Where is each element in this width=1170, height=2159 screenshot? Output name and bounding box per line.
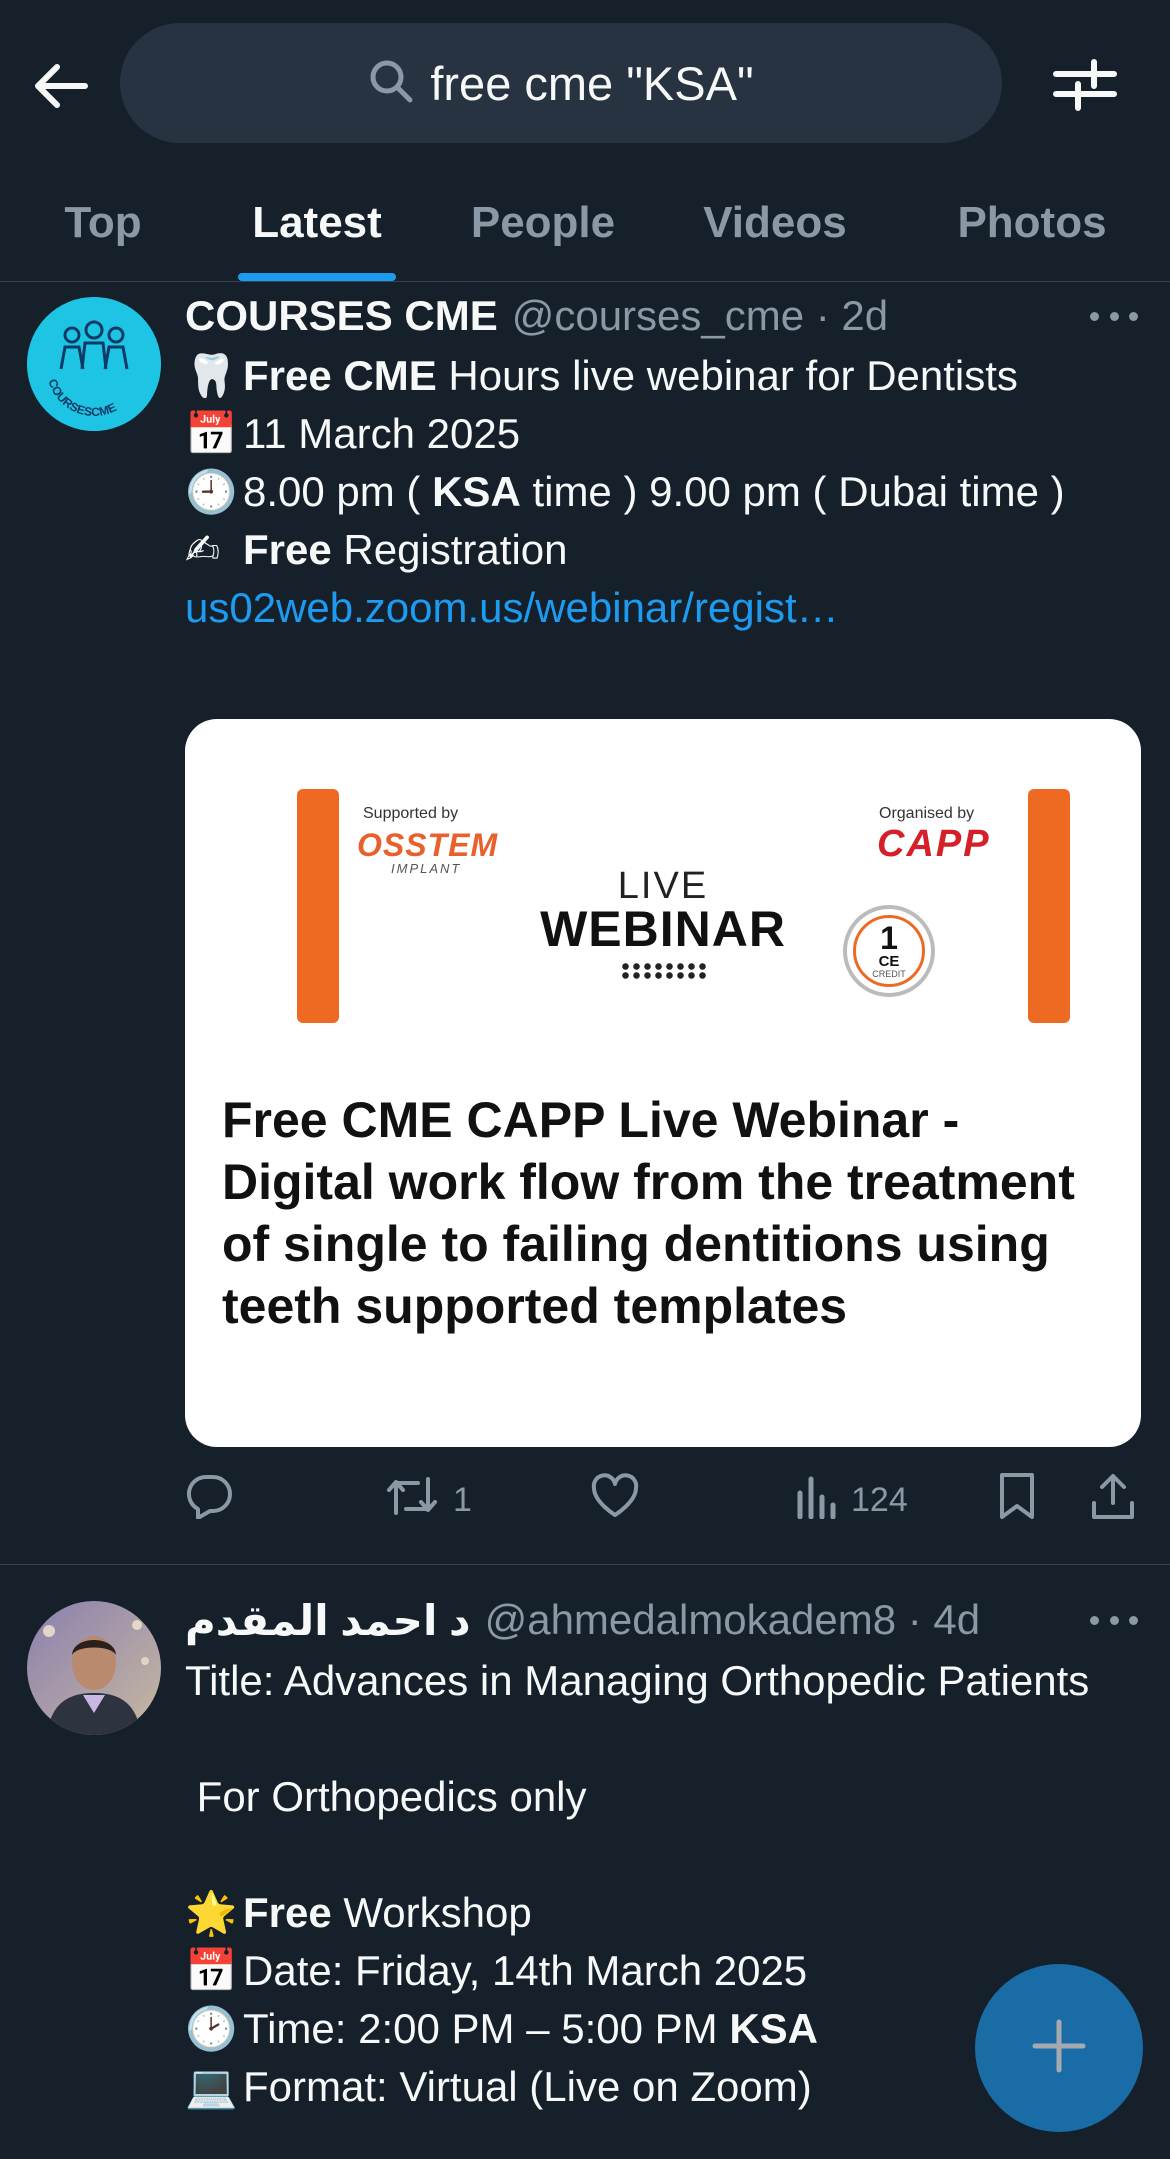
calendar-emoji-icon: 📅 [185,410,238,457]
active-tab-indicator [238,273,396,281]
text-bold: KSA [729,2005,818,2052]
text: Time: 2:00 PM – 5:00 PM [243,2005,730,2052]
views-chart-icon [795,1473,837,1528]
laptop-emoji-icon: 💻 [185,2063,238,2110]
organiser-logo: CAPP [877,823,991,865]
webinar-link[interactable]: us02web.zoom.us/webinar/regist… [185,584,839,631]
badge-ce: CE [878,953,900,970]
search-icon [368,58,414,109]
text-bold: KSA [432,468,521,515]
more-options-icon[interactable] [1090,301,1138,331]
dots-decoration [620,962,710,980]
supported-by-label: Supported by [363,805,459,822]
search-query: free cme "KSA" [430,56,754,110]
text: 8.00 pm ( [243,468,433,515]
bookmark-button[interactable] [997,1470,1037,1530]
text: Title: Advances in Managing Orthopedic P… [185,1657,1090,1704]
text-bold: Free CME [243,352,437,399]
text: Workshop [331,1889,532,1936]
compose-button[interactable] [975,1964,1143,2132]
tab-top[interactable]: Top [40,165,166,281]
text: time ) 9.00 pm ( Dubai time ) [520,468,1065,515]
bookmark-icon [997,1471,1037,1530]
back-arrow-icon[interactable] [30,55,92,117]
text-bold: Free [243,526,332,573]
reply-button[interactable] [185,1470,233,1530]
star-emoji-icon: 🌟 [185,1889,238,1936]
sponsor-logo: OSSTEM [357,827,499,863]
tab-people[interactable]: People [460,165,626,281]
text: Registration [331,526,568,573]
card-title: Free CME CAPP Live Webinar - Digital wor… [222,1092,1075,1334]
top-bar: free cme "KSA" [0,0,1170,165]
avatar[interactable]: COURSESCME [27,297,161,431]
webinar-label: WEBINAR [540,901,786,957]
plus-icon [1031,2018,1087,2079]
share-icon [1090,1471,1136,1530]
avatar[interactable] [27,1601,161,1735]
heart-icon [590,1472,640,1528]
tweet-divider [0,1564,1170,1565]
text: Format: Virtual (Live on Zoom) [243,2063,812,2110]
views-count: 124 [851,1480,908,1519]
tweet-header: COURSES CME @courses_cme · 2d [185,286,888,346]
writing-hand-emoji-icon: ✍ [185,526,221,573]
text: Hours live webinar for Dentists [436,352,1018,399]
retweet-icon [385,1473,439,1528]
organised-by-label: Organised by [879,805,975,822]
badge-number: 1 [880,920,898,956]
more-options-icon[interactable] [1090,1605,1138,1635]
handle-and-time[interactable]: @ahmedalmokadem8 · 4d [485,1596,981,1644]
clock-emoji-icon: 🕘 [185,468,238,515]
clock-emoji-icon: 🕑 [185,2005,238,2052]
retweet-count: 1 [453,1480,472,1519]
text: 11 March 2025 [243,410,521,457]
search-input[interactable]: free cme "KSA" [120,23,1002,143]
share-button[interactable] [1090,1470,1136,1530]
media-card[interactable]: Supported by OSSTEM IMPLANT Organised by… [185,719,1141,1447]
like-button[interactable] [590,1470,640,1530]
tweet-header: د احمد المقدم @ahmedalmokadem8 · 4d [185,1590,980,1650]
tab-videos[interactable]: Videos [695,165,855,281]
tab-photos[interactable]: Photos [945,165,1119,281]
display-name[interactable]: COURSES CME [185,292,498,340]
handle-and-time[interactable]: @courses_cme · 2d [512,292,888,340]
badge-credit: CREDIT [872,969,906,979]
views-button[interactable]: 124 [795,1470,908,1530]
display-name[interactable]: د احمد المقدم [185,1596,471,1645]
text: Date: Friday, 14th March 2025 [243,1947,808,1994]
calendar-emoji-icon: 📅 [185,1947,238,1994]
retweet-button[interactable]: 1 [385,1470,472,1530]
search-tabs: Top Latest People Videos Photos [0,165,1170,282]
text-bold: Free [243,1889,332,1936]
text: For Orthopedics only [185,1773,587,1820]
tweet-text: 🦷 Free CME Hours live webinar for Dentist… [185,347,1135,637]
tooth-emoji-icon: 🦷 [185,352,238,399]
ce-credit-badge: 1 CE CREDIT [843,905,935,997]
tab-latest[interactable]: Latest [238,165,396,281]
tweet-actions: 1 124 [185,1470,1141,1530]
reply-icon [185,1473,233,1528]
filter-sliders-icon[interactable] [1052,50,1118,116]
